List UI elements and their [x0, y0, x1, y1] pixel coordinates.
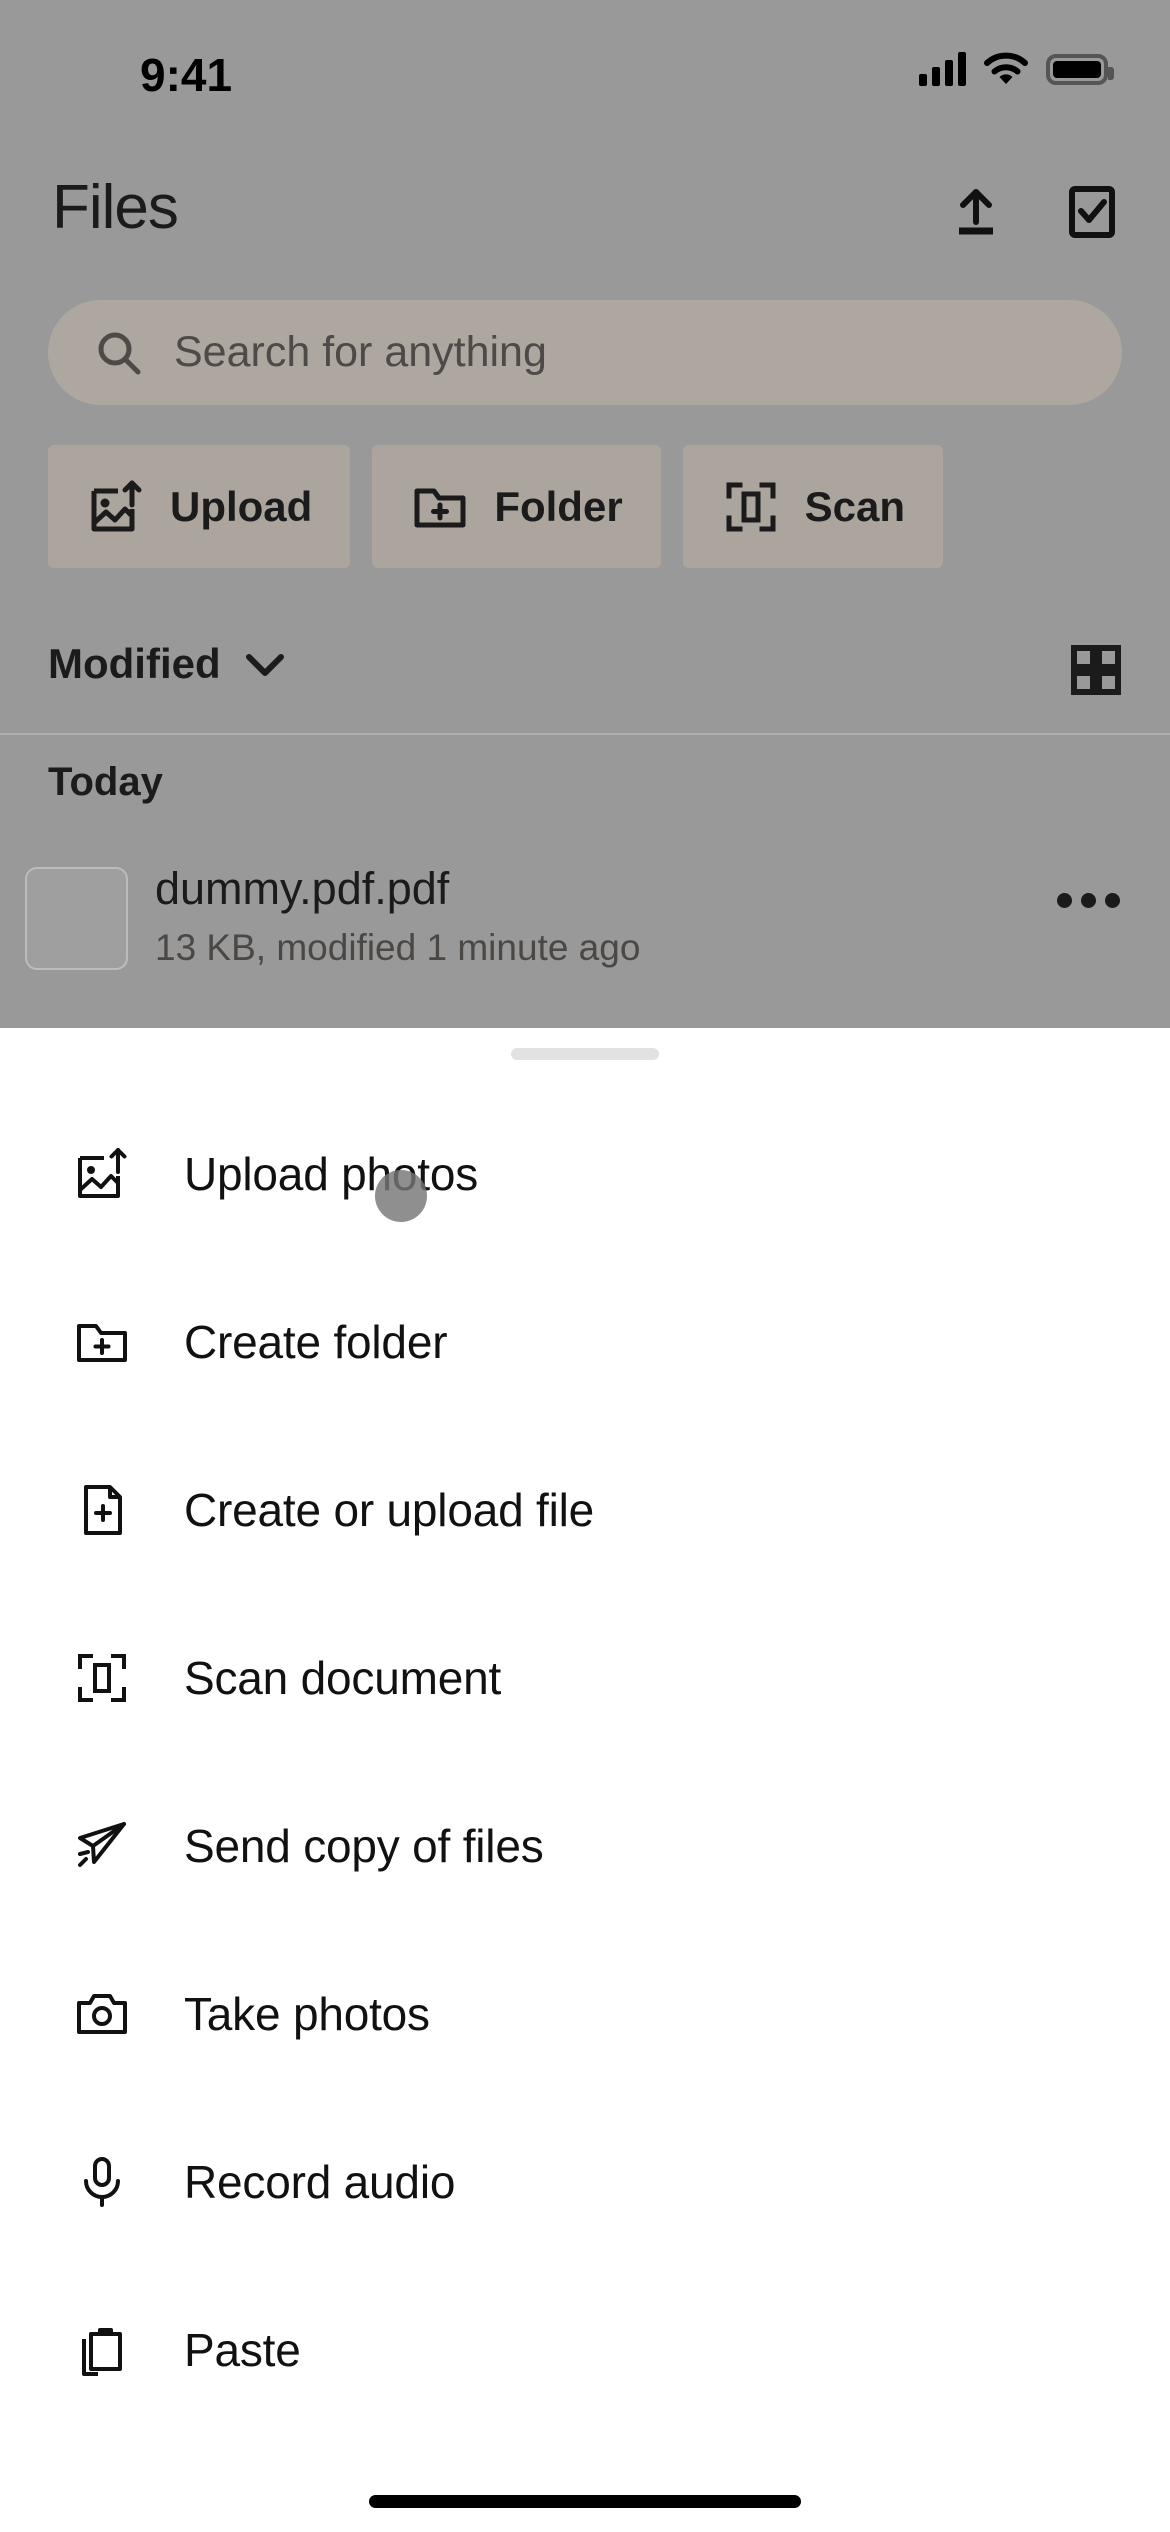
scan-frame-icon [721, 477, 781, 537]
search-input[interactable]: Search for anything [48, 300, 1122, 405]
header-actions [946, 182, 1122, 242]
status-bar: 9:41 [0, 0, 1170, 150]
quick-action-upload-label: Upload [170, 482, 313, 530]
quick-action-folder-label: Folder [494, 482, 623, 530]
menu-item-label: Paste [184, 2324, 301, 2376]
search-placeholder: Search for anything [174, 328, 547, 376]
quick-actions-row: Upload Folder Scan [48, 445, 944, 568]
wifi-icon [984, 52, 1028, 86]
battery-icon [1046, 53, 1114, 85]
file-plus-icon [72, 1480, 132, 1540]
grid-view-icon[interactable] [1070, 644, 1122, 696]
action-bottom-sheet: Upload photos Create folder Create or up… [0, 1028, 1170, 2532]
menu-item-scan-document[interactable]: Scan document [0, 1594, 1170, 1762]
home-indicator [369, 2495, 801, 2508]
menu-item-record-audio[interactable]: Record audio [0, 2098, 1170, 2266]
touch-indicator [375, 1170, 427, 1222]
cellular-signal-icon [919, 52, 966, 86]
file-list-item[interactable]: dummy.pdf.pdf 13 KB, modified 1 minute a… [0, 855, 1170, 985]
image-upload-icon [72, 1144, 132, 1204]
menu-item-send-copy-of-files[interactable]: Send copy of files [0, 1762, 1170, 1930]
menu-item-label: Create or upload file [184, 1484, 595, 1536]
clipboard-icon [72, 2320, 132, 2380]
menu-item-label: Record audio [184, 2156, 456, 2208]
sort-row: Modified [0, 610, 1170, 733]
quick-action-scan[interactable]: Scan [682, 445, 944, 568]
microphone-icon [72, 2152, 132, 2212]
menu-item-paste[interactable]: Paste [0, 2266, 1170, 2434]
camera-icon [72, 1984, 132, 2044]
menu-item-upload-photos[interactable]: Upload photos [0, 1090, 1170, 1258]
image-upload-icon [86, 477, 146, 537]
sort-dropdown[interactable]: Modified [48, 640, 287, 688]
quick-action-upload[interactable]: Upload [48, 445, 351, 568]
folder-plus-icon [72, 1312, 132, 1372]
menu-item-create-or-upload-file[interactable]: Create or upload file [0, 1426, 1170, 1594]
menu-item-label: Take photos [184, 1988, 430, 2040]
menu-item-take-photos[interactable]: Take photos [0, 1930, 1170, 2098]
section-divider [0, 733, 1170, 735]
section-header-today: Today [48, 760, 163, 804]
upload-button[interactable] [946, 182, 1006, 242]
drag-handle[interactable] [511, 1048, 659, 1060]
file-metadata: 13 KB, modified 1 minute ago [155, 927, 641, 968]
sort-label: Modified [48, 640, 221, 687]
menu-item-label: Send copy of files [184, 1820, 544, 1872]
app-header: Files [0, 150, 1170, 280]
files-app-background: 9:41 Files Search for anything Upload Fo… [0, 0, 1170, 1028]
paper-plane-icon [72, 1816, 132, 1876]
select-button[interactable] [1062, 182, 1122, 242]
menu-item-label: Create folder [184, 1316, 448, 1368]
status-bar-icons [919, 52, 1114, 86]
menu-item-label: Scan document [184, 1652, 502, 1704]
quick-action-folder[interactable]: Folder [372, 445, 661, 568]
menu-item-label: Upload photos [184, 1148, 479, 1200]
scan-frame-icon [72, 1648, 132, 1708]
folder-plus-icon [410, 477, 470, 537]
file-name: dummy.pdf.pdf [155, 863, 450, 914]
status-bar-time: 9:41 [140, 49, 233, 101]
file-thumbnail [25, 867, 128, 970]
chevron-down-icon [243, 649, 287, 679]
action-menu-list: Upload photos Create folder Create or up… [0, 1090, 1170, 2434]
quick-action-scan-label: Scan [804, 482, 906, 530]
page-title: Files [52, 173, 179, 242]
search-icon [94, 328, 144, 378]
more-horizontal-icon[interactable] [1057, 893, 1120, 908]
menu-item-create-folder[interactable]: Create folder [0, 1258, 1170, 1426]
